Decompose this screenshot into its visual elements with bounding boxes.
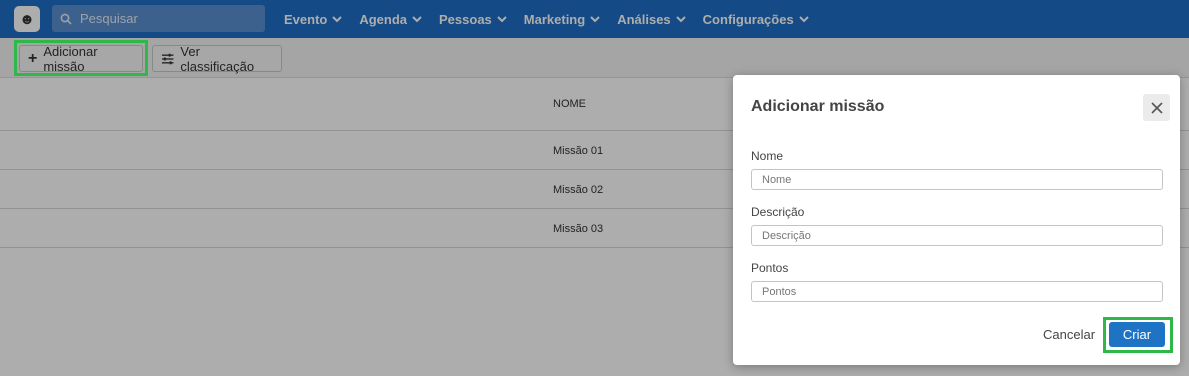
name-field[interactable] — [751, 169, 1163, 190]
dialog-title: Adicionar missão — [751, 98, 885, 115]
points-field[interactable] — [751, 281, 1163, 302]
description-field[interactable] — [751, 225, 1163, 246]
name-label: Nome — [751, 149, 784, 163]
close-icon — [1150, 101, 1163, 114]
close-button[interactable] — [1143, 94, 1170, 121]
highlight-create-button — [1103, 317, 1173, 353]
description-label: Descrição — [751, 205, 805, 219]
cancel-button[interactable]: Cancelar — [1043, 327, 1095, 342]
points-label: Pontos — [751, 261, 789, 275]
highlight-add-button — [14, 40, 148, 76]
